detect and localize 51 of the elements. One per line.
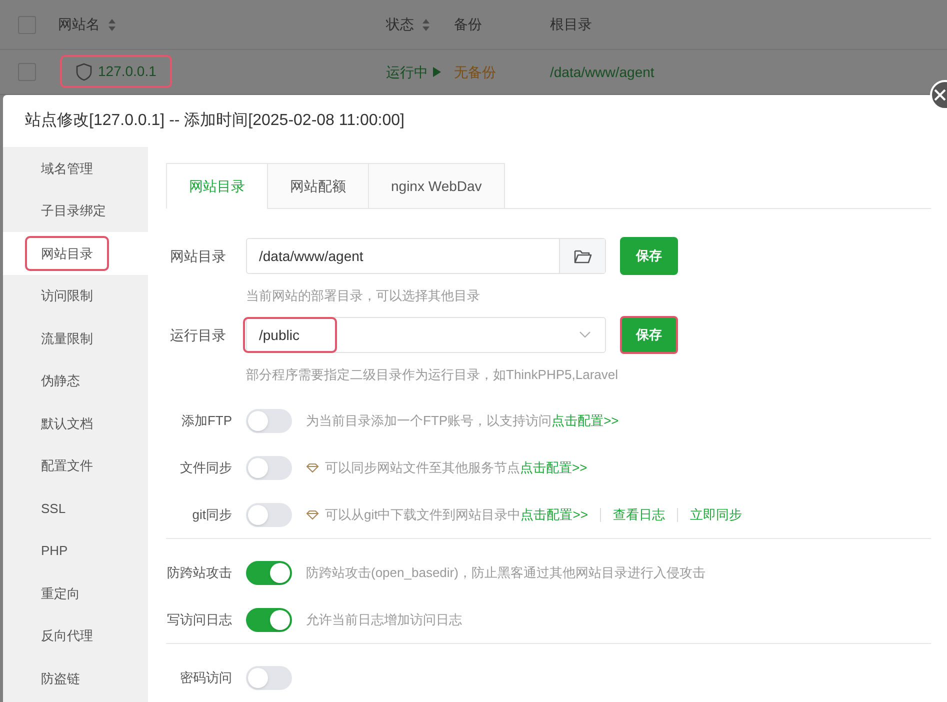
toggle-switch[interactable]	[246, 502, 292, 526]
sidebar-item[interactable]: 流量限制	[27, 322, 107, 354]
sidebar-item[interactable]: 域名管理	[27, 152, 107, 184]
column-header[interactable]: 网站名	[58, 14, 116, 35]
setting-description: 可以从git中下载文件到网站目录中	[306, 504, 521, 524]
play-icon	[432, 66, 442, 78]
diamond-icon	[306, 510, 319, 520]
toggle-switch[interactable]	[246, 608, 292, 632]
dialog-title: 站点修改[127.0.0.1] -- 添加时间[2025-02-08 11:00:00]	[25, 110, 404, 131]
sidebar-item[interactable]: PHP	[27, 535, 82, 566]
dropdown-field[interactable]: /public	[246, 317, 606, 353]
chevron-down-icon	[579, 331, 591, 339]
hint-text: 当前网站的部署目录，可以选择其他目录	[246, 288, 480, 303]
setting-label: 密码访问	[179, 668, 233, 687]
column-header[interactable]: 状态	[386, 14, 430, 35]
field-label: 运行目录	[169, 326, 227, 344]
setting-description: 可以同步网站文件至其他服务节点	[306, 458, 520, 478]
path-input-field[interactable]: /data/www/agent	[246, 238, 606, 274]
field-label: 网站目录	[169, 246, 227, 266]
tab[interactable]: 网站配额	[267, 163, 369, 209]
setting-description: 允许当前日志增加访问日志	[306, 610, 462, 629]
column-header: 根目录	[550, 15, 592, 34]
tab[interactable]: nginx WebDav	[368, 163, 505, 209]
setting-label: 防跨站攻击	[166, 564, 233, 582]
shield-icon	[76, 62, 92, 81]
setting-description: 为当前目录添加一个FTP账号，以支持访问	[306, 412, 552, 430]
close-icon	[934, 89, 946, 101]
sidebar-item[interactable]: 子目录绑定	[27, 195, 120, 226]
setting-label: 文件同步	[179, 458, 233, 477]
setting-label: 写访问日志	[166, 610, 233, 629]
diamond-icon	[306, 462, 319, 472]
sidebar-item[interactable]: 防盗链	[27, 662, 94, 694]
toggle-switch[interactable]	[246, 560, 292, 584]
toggle-switch[interactable]	[246, 666, 292, 690]
toggle-switch[interactable]	[246, 408, 292, 432]
folder-icon[interactable]	[574, 248, 592, 264]
setting-label: 添加FTP	[180, 412, 233, 430]
sidebar-item[interactable]: SSL	[27, 492, 80, 524]
sidebar-item[interactable]: 访问限制	[27, 280, 107, 312]
sidebar-item[interactable]: 默认文档	[27, 408, 107, 439]
sidebar-item[interactable]: 重定向	[27, 578, 94, 609]
setting-label: git同步	[191, 506, 233, 524]
setting-description: 防跨站攻击(open_basedir)，防止黑客通过其他网站目录进行入侵攻击	[306, 564, 706, 582]
toggle-switch[interactable]	[246, 456, 292, 480]
sidebar-item[interactable]: 伪静态	[27, 365, 94, 396]
sidebar-item[interactable]: 反向代理	[27, 620, 107, 652]
sort-icon[interactable]	[422, 18, 430, 32]
hint-text: 部分程序需要指定二级目录作为运行目录，如ThinkPHP5,Laravel	[246, 367, 618, 382]
sidebar-item[interactable]: 配置文件	[27, 450, 107, 482]
column-header: 备份	[454, 15, 482, 34]
sort-icon[interactable]	[108, 18, 116, 32]
